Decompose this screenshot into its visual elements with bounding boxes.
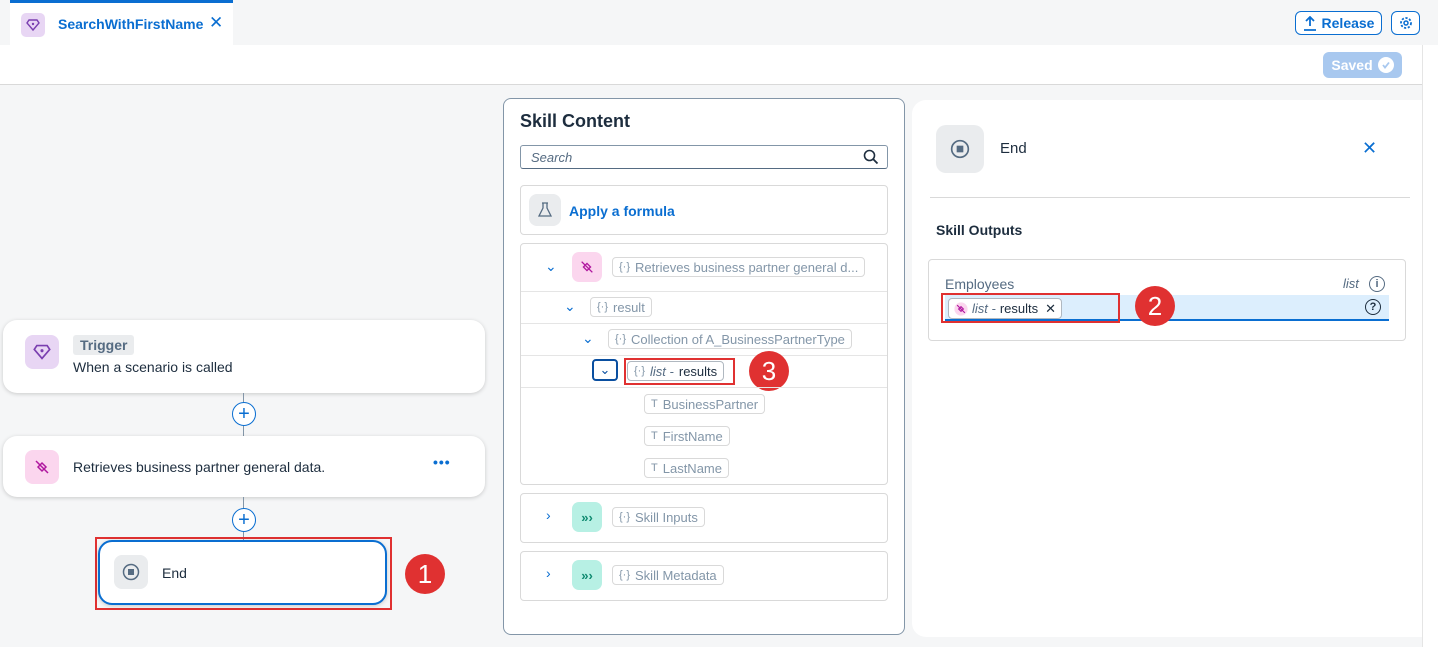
collapse-list-button[interactable]: ⌄ <box>592 359 618 381</box>
skill-content-title: Skill Content <box>520 111 631 131</box>
tree-item-skill-metadata[interactable]: {·} Skill Metadata <box>612 565 724 585</box>
retrieve-action-node[interactable]: Retrieves business partner general data.… <box>3 436 485 497</box>
settings-button[interactable] <box>1391 11 1420 35</box>
tree-item-collection[interactable]: {·} Collection of A_BusinessPartnerType <box>608 329 852 349</box>
retrieve-text: Retrieves business partner general data. <box>73 459 326 475</box>
upload-icon <box>1303 15 1316 31</box>
diamond-skill-icon <box>21 13 45 37</box>
tree-item-result[interactable]: {·} result <box>590 297 652 317</box>
skill-inputs-icon: »› <box>572 502 602 532</box>
tree-field[interactable]: T FirstName <box>644 426 730 446</box>
object-brace-icon: {·} <box>619 569 631 581</box>
text-type-icon: T <box>651 430 658 442</box>
tree-item-list-results[interactable]: {·} list - results <box>627 361 725 381</box>
search-input[interactable]: Search <box>520 145 888 169</box>
apply-formula-label: Apply a formula <box>569 203 675 219</box>
skill-outputs-title: Skill Outputs <box>936 222 1023 238</box>
end-details-panel <box>912 100 1422 637</box>
release-label: Release <box>1321 15 1375 31</box>
object-brace-icon: {·} <box>615 333 627 345</box>
divider <box>521 291 887 292</box>
divider <box>521 387 887 388</box>
divider <box>521 323 887 324</box>
gear-icon <box>1399 17 1412 29</box>
search-icon <box>863 149 879 165</box>
trigger-tag: Trigger <box>73 335 135 355</box>
annotation-badge-1: 1 <box>405 554 445 594</box>
trigger-node[interactable]: When a scenario is called <box>3 320 485 393</box>
annotation-badge-2: 2 <box>1135 286 1175 326</box>
divider <box>521 355 887 356</box>
chevron-down-icon[interactable]: ⌄ <box>564 298 576 315</box>
release-button[interactable]: Release <box>1295 11 1382 35</box>
action-link-icon <box>572 252 602 282</box>
tree-item-skill-inputs[interactable]: {·} Skill Inputs <box>612 507 705 527</box>
more-options-icon[interactable]: ••• <box>433 454 451 470</box>
object-brace-icon: {·} <box>619 511 631 523</box>
remove-token-icon[interactable]: ✕ <box>1045 301 1056 317</box>
skill-metadata-icon: »› <box>572 560 602 590</box>
tab-bar: SearchWithFirstName ✕ Release <box>0 0 1438 45</box>
output-type: list <box>1343 276 1359 291</box>
editor-toolbar: Saved <box>0 45 1422 85</box>
tree-field[interactable]: T BusinessPartner <box>644 394 766 414</box>
object-brace-icon: {·} <box>597 301 609 313</box>
saved-button[interactable]: Saved <box>1323 52 1402 78</box>
object-brace-icon: {·} <box>634 365 646 377</box>
apply-formula-row[interactable]: Apply a formula <box>520 185 888 235</box>
stop-circle-icon <box>114 555 148 589</box>
diamond-trigger-icon <box>25 335 59 369</box>
saved-label: Saved <box>1331 57 1373 73</box>
check-icon <box>1377 57 1394 73</box>
end-text: End <box>162 565 187 581</box>
end-panel-title: End <box>1000 140 1027 157</box>
add-step-button[interactable]: + <box>232 508 256 532</box>
end-node[interactable]: End <box>98 540 387 605</box>
annotation-badge-3: 3 <box>749 351 789 391</box>
chevron-down-icon[interactable]: ⌄ <box>545 258 557 275</box>
action-link-icon <box>25 450 59 484</box>
tree-field[interactable]: T LastName <box>644 458 729 478</box>
trigger-text: When a scenario is called <box>73 359 233 375</box>
text-type-icon: T <box>651 462 658 474</box>
action-link-icon <box>954 301 968 316</box>
output-token-list-results[interactable]: list - results ✕ <box>948 298 1063 319</box>
output-label: Employees <box>945 276 1015 292</box>
add-step-button[interactable]: + <box>232 402 256 426</box>
search-placeholder: Search <box>531 150 573 165</box>
tab-title: SearchWithFirstName <box>58 16 204 32</box>
tab-close-icon[interactable]: ✕ <box>209 14 223 31</box>
help-icon[interactable]: ? <box>1365 299 1381 315</box>
chevron-down-icon[interactable]: ⌄ <box>582 330 594 347</box>
tree-item-action[interactable]: {·} Retrieves business partner general d.… <box>612 257 866 277</box>
info-icon[interactable]: i <box>1369 276 1385 292</box>
divider <box>930 197 1410 198</box>
tab-searchwithfirstname[interactable]: SearchWithFirstName ✕ <box>10 0 233 45</box>
text-type-icon: T <box>651 398 658 410</box>
stop-circle-icon <box>936 125 984 173</box>
vertical-scrollbar[interactable] <box>1422 45 1438 647</box>
flask-icon <box>529 194 561 226</box>
close-icon[interactable]: ✕ <box>1362 138 1377 159</box>
object-brace-icon: {·} <box>619 261 631 273</box>
chevron-right-icon[interactable]: › <box>546 565 551 581</box>
chevron-right-icon[interactable]: › <box>546 507 551 523</box>
